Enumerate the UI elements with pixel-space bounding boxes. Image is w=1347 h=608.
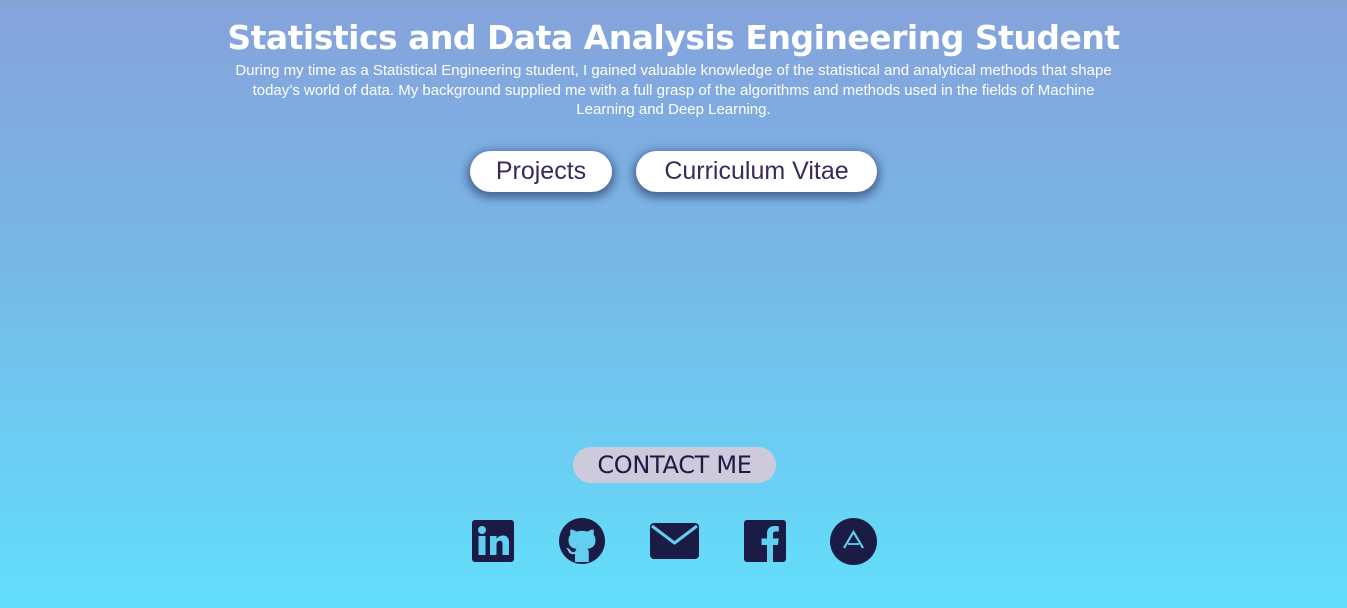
github-icon[interactable]: [558, 518, 606, 564]
email-icon[interactable]: [650, 523, 699, 559]
hero-section: Statistics and Data Analysis Engineering…: [0, 17, 1347, 120]
hero-buttons: Projects Curriculum Vitae: [0, 151, 1347, 192]
linkedin-icon[interactable]: [472, 520, 514, 562]
projects-button[interactable]: Projects: [470, 151, 612, 192]
page-title: Statistics and Data Analysis Engineering…: [227, 18, 1120, 57]
facebook-icon[interactable]: [744, 520, 786, 562]
hero-description: During my time as a Statistical Engineer…: [235, 62, 1112, 118]
contact-me-label: CONTACT ME: [573, 447, 776, 483]
curriculum-vitae-button[interactable]: Curriculum Vitae: [636, 151, 877, 192]
a-logo-icon[interactable]: [830, 518, 877, 565]
social-links: [0, 516, 1347, 566]
